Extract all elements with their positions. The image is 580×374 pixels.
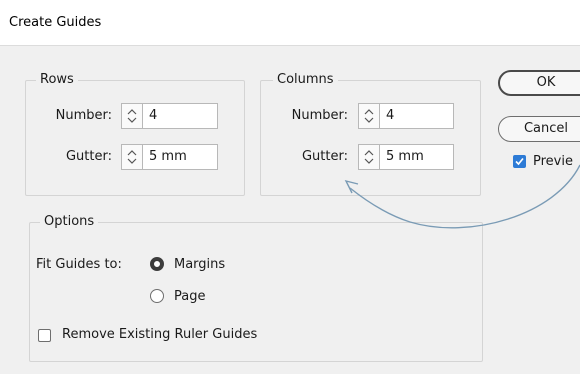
curved-arrow-annotation-icon (344, 164, 580, 229)
